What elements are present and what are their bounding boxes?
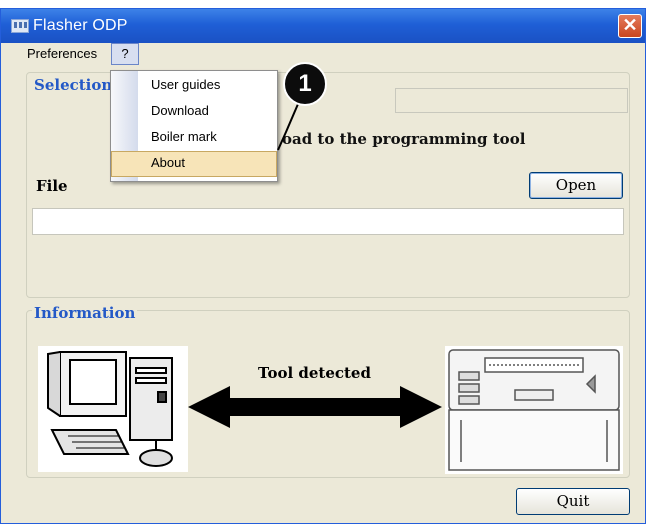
status-field — [395, 88, 628, 113]
close-icon: ✕ — [622, 15, 638, 35]
title-bar[interactable]: Flasher ODP ✕ — [1, 9, 645, 43]
menu-help[interactable]: ? — [111, 43, 139, 65]
double-arrow-icon — [186, 382, 444, 432]
menu-item-download[interactable]: Download — [111, 99, 277, 125]
help-dropdown-menu: User guides Download Boiler mark About — [110, 70, 278, 182]
callout-marker: 1 — [283, 62, 327, 106]
menu-item-about[interactable]: About — [111, 151, 277, 177]
programming-tool-icon — [445, 346, 623, 474]
computer-icon — [38, 346, 188, 472]
menu-item-user-guides[interactable]: User guides — [111, 73, 277, 99]
menu-bar: Preferences ? — [1, 43, 645, 65]
app-icon — [11, 19, 29, 33]
close-button[interactable]: ✕ — [618, 14, 642, 38]
quit-button[interactable]: Quit — [516, 488, 630, 515]
menu-preferences[interactable]: Preferences — [27, 46, 97, 61]
window-title: Flasher ODP — [33, 17, 128, 34]
open-button[interactable]: Open — [529, 172, 623, 199]
information-title: Information — [32, 304, 138, 322]
selection-title: Selection — [32, 76, 115, 94]
tool-status: Tool detected — [258, 364, 371, 382]
selection-hint: oad to the programming tool — [282, 130, 526, 148]
file-label: File — [36, 177, 68, 195]
menu-item-boiler-mark[interactable]: Boiler mark — [111, 125, 277, 151]
file-path-field[interactable] — [32, 208, 624, 235]
